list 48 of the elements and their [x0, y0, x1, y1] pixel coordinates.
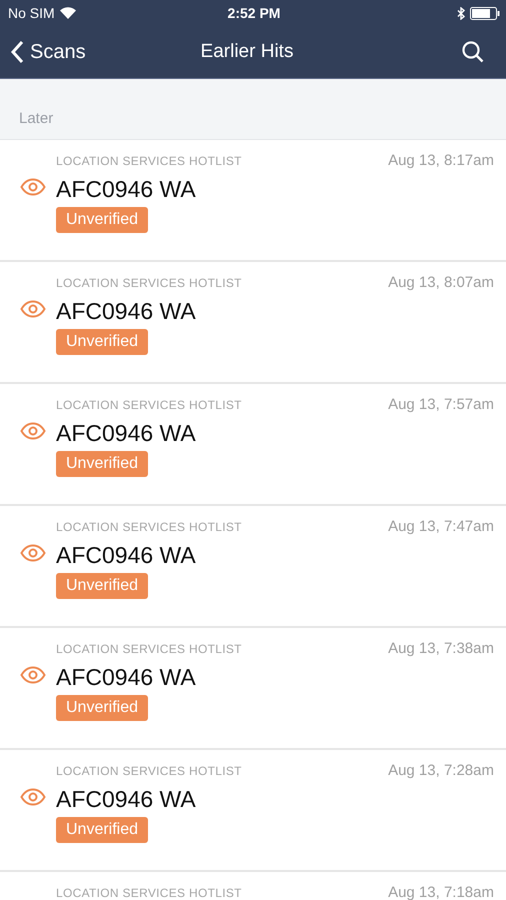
back-chevron-icon	[10, 40, 24, 64]
hotlist-name: LOCATION SERVICES HOTLIST	[56, 398, 242, 412]
plate-number: AFC0946 WA	[56, 664, 197, 690]
hotlist-name: LOCATION SERVICES HOTLIST	[56, 520, 242, 534]
hit-row[interactable]: LOCATION SERVICES HOTLIST Aug 13, 8:07am AFC0946 WA Unverified	[0, 262, 506, 384]
status-badge: Unverified	[56, 206, 148, 232]
hit-time: Aug 13, 7:57am	[388, 397, 494, 414]
plate-number: AFC0946 WA	[56, 786, 197, 812]
eye-icon	[20, 666, 46, 684]
hotlist-name: LOCATION SERVICES HOTLIST	[56, 764, 242, 778]
bluetooth-icon	[456, 6, 465, 20]
carrier-name: No SIM	[8, 5, 55, 21]
search-icon	[462, 41, 484, 63]
hit-row[interactable]: LOCATION SERVICES HOTLIST Aug 13, 7:28am AFC0946 WA Unverified	[0, 750, 506, 872]
eye-icon	[20, 178, 46, 196]
eye-icon	[20, 788, 46, 806]
plate-number: AFC0946 WA	[56, 298, 197, 324]
battery-icon	[470, 6, 500, 20]
status-badge: Unverified	[56, 694, 148, 720]
plate-number: AFC0946 WA	[56, 542, 197, 568]
hit-row[interactable]: LOCATION SERVICES HOTLIST Aug 13, 7:57am AFC0946 WA Unverified	[0, 384, 506, 506]
hit-time: Aug 13, 7:47am	[388, 519, 494, 536]
wifi-icon	[60, 7, 76, 19]
hit-row[interactable]: LOCATION SERVICES HOTLIST Aug 13, 8:17am AFC0946 WA Unverified	[0, 140, 506, 262]
eye-icon	[20, 422, 46, 440]
hotlist-name: LOCATION SERVICES HOTLIST	[56, 886, 242, 900]
screen-title: Earlier Hits	[200, 41, 294, 63]
hotlist-name: LOCATION SERVICES HOTLIST	[56, 154, 242, 168]
eye-icon	[20, 300, 46, 318]
hit-time: Aug 13, 8:17am	[388, 153, 494, 170]
plate-number: AFC0946 WA	[56, 420, 197, 446]
hit-row[interactable]: LOCATION SERVICES HOTLIST Aug 13, 7:38am AFC0946 WA Unverified	[0, 628, 506, 750]
eye-icon	[20, 544, 46, 562]
hit-time: Aug 13, 7:28am	[388, 763, 494, 780]
status-badge: Unverified	[56, 450, 148, 476]
status-badge: Unverified	[56, 328, 148, 354]
hotlist-name: LOCATION SERVICES HOTLIST	[56, 276, 242, 290]
status-badge: Unverified	[56, 816, 148, 842]
hit-row[interactable]: LOCATION SERVICES HOTLIST Aug 13, 7:47am AFC0946 WA Unverified	[0, 506, 506, 628]
hit-time: Aug 13, 7:18am	[388, 885, 494, 900]
hit-time: Aug 13, 8:07am	[388, 275, 494, 292]
clock-time: 2:52 PM	[228, 5, 280, 21]
hotlist-name: LOCATION SERVICES HOTLIST	[56, 642, 242, 656]
section-title: Later	[19, 110, 54, 127]
status-badge: Unverified	[56, 572, 148, 598]
hit-time: Aug 13, 7:38am	[388, 641, 494, 658]
plate-number: AFC0946 WA	[56, 176, 197, 202]
back-link[interactable]: Scans	[10, 40, 130, 64]
